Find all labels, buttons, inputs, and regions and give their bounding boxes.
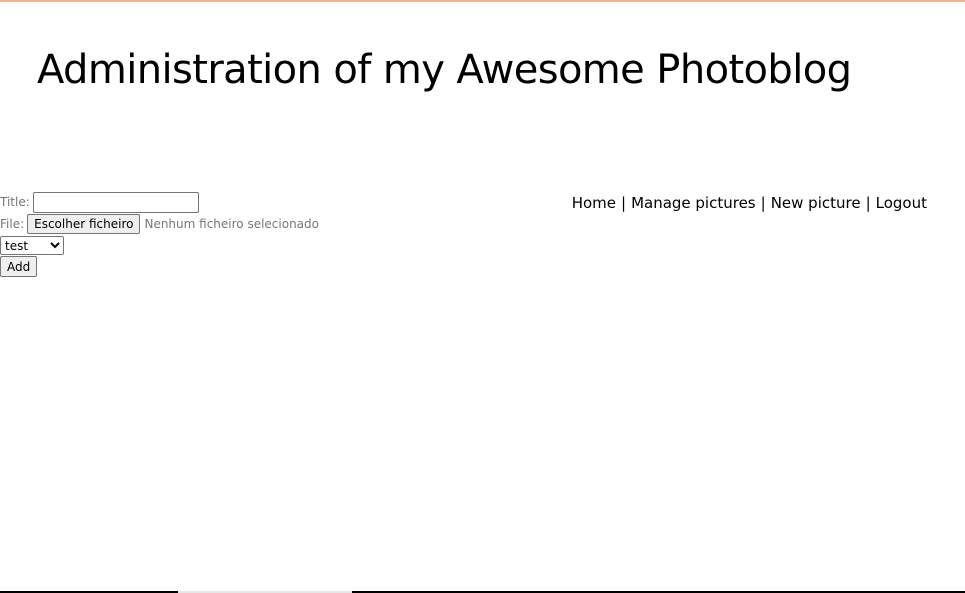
nav-separator: | (865, 194, 871, 212)
page-title: Administration of my Awesome Photoblog (37, 47, 852, 93)
file-row: File: Escolher ficheiro Nenhum ficheiro … (0, 213, 319, 235)
nav-link-manage-pictures[interactable]: Manage pictures (631, 194, 756, 212)
file-status-text: Nenhum ficheiro selecionado (144, 217, 319, 231)
category-row: test (0, 235, 319, 256)
add-button[interactable]: Add (0, 256, 38, 277)
main-nav: Home | Manage pictures | New picture | Logout (572, 193, 927, 213)
nav-separator: | (760, 194, 766, 212)
nav-separator: | (621, 194, 627, 212)
nav-link-logout[interactable]: Logout (876, 194, 927, 212)
category-select[interactable]: test (0, 236, 64, 255)
title-input[interactable] (32, 191, 199, 213)
top-border (0, 0, 965, 2)
nav-link-home[interactable]: Home (572, 194, 616, 212)
title-row: Title: (0, 191, 319, 213)
title-label: Title: (0, 195, 30, 209)
choose-file-button[interactable]: Escolher ficheiro (27, 214, 141, 234)
add-row: Add (0, 256, 319, 277)
new-picture-form: Title: File: Escolher ficheiro Nenhum fi… (0, 191, 319, 277)
nav-link-new-picture[interactable]: New picture (771, 194, 861, 212)
file-label: File: (0, 217, 25, 231)
